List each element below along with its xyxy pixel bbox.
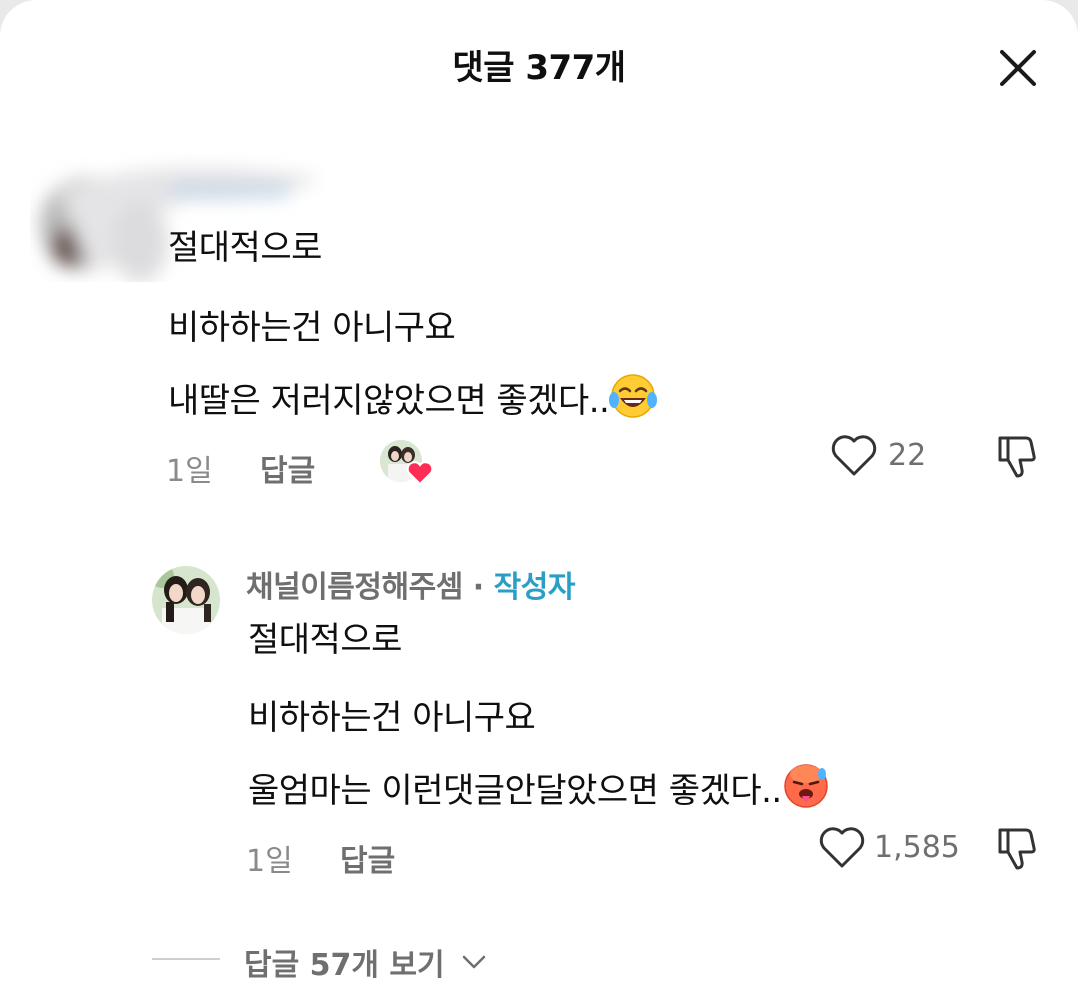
comment-dislike-button[interactable] [994, 432, 1044, 480]
creator-heart-icon [406, 461, 434, 486]
reply-text-line-2: 비하하는건 아니구요 [248, 698, 536, 738]
reply-text-line-1: 절대적으로 [248, 620, 402, 660]
heart-icon [819, 827, 865, 868]
tears-of-joy-emoji [609, 372, 658, 429]
dislike-icon [998, 436, 1036, 478]
comment-text-line-1: 절대적으로 [168, 228, 322, 268]
reply-dislike-button[interactable] [994, 824, 1044, 872]
comment-like-count: 22 [888, 438, 927, 473]
reply-author-avatar[interactable] [152, 566, 220, 634]
author-separator: · [472, 570, 484, 605]
dislike-icon [998, 828, 1036, 870]
comments-sheet: 댓글 377개 절대적으로 비하하는건 아니구요 내딸은 저러지않았으면 좋겠다… [0, 0, 1078, 996]
reply-reply-button[interactable]: 답글 [340, 836, 395, 880]
comment-reply-button[interactable]: 답글 [260, 446, 315, 490]
chevron-down-icon [462, 955, 486, 969]
close-icon [1000, 50, 1036, 86]
view-replies-label: 답글 57개 보기 [244, 948, 445, 983]
reply-like-count: 1,585 [874, 830, 960, 865]
reply-like-button[interactable] [818, 824, 866, 870]
hot-face-emoji [782, 762, 830, 819]
creator-badge: 작성자 [493, 570, 576, 605]
reply-timestamp: 1일 [246, 844, 293, 879]
view-replies-button[interactable]: 답글 57개 보기 [244, 940, 487, 984]
comment-timestamp: 1일 [166, 454, 213, 489]
replies-divider [152, 958, 220, 960]
comment-text-line-3: 내딸은 저러지않았으면 좋겠다.. [168, 372, 658, 429]
reply-author-name[interactable]: 채널이름정해주셈 [246, 570, 463, 605]
comment-text-line-2: 비하하는건 아니구요 [168, 308, 456, 348]
reply-text-line-3: 울엄마는 이런댓글안달았으면 좋겠다.. [248, 762, 830, 819]
reply-author-line: 채널이름정해주셈 · 작성자 [246, 562, 575, 606]
sheet-title: 댓글 377개 [452, 48, 626, 88]
close-button[interactable] [996, 46, 1040, 90]
comment-like-button[interactable] [830, 432, 878, 478]
heart-icon [831, 435, 877, 476]
